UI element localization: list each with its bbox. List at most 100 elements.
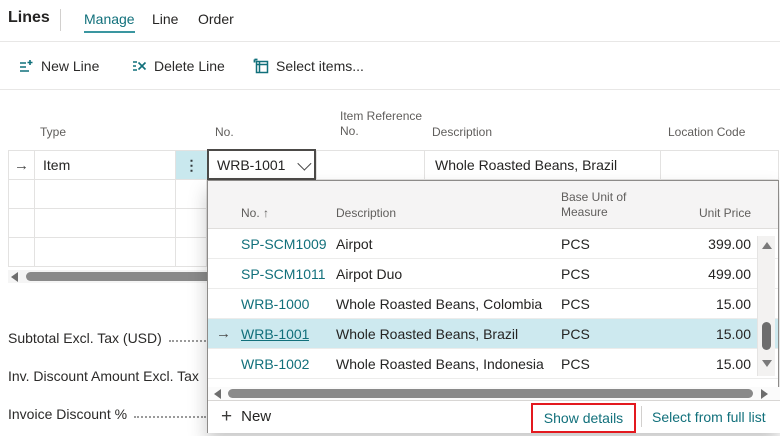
item-unit-price: 499.00 [708,265,751,282]
empty-spacer-cell [175,238,207,266]
new-line-label: New Line [41,58,100,74]
invoice-discount-pct-label: Invoice Discount % [8,406,128,422]
item-base-unit: PCS [561,235,590,252]
column-header-item-reference-no[interactable]: Item Reference No. [340,109,432,139]
location-code-cell[interactable] [660,151,779,179]
empty-selector-cell [8,180,34,208]
lookup-column-no-label: No. [241,206,260,220]
column-header-type[interactable]: Type [40,125,66,140]
row-selector-arrow: → [8,151,34,179]
lookup-row-selected[interactable]: → WRB-1001 Whole Roasted Beans, Brazil P… [208,319,778,349]
item-base-unit: PCS [561,325,590,342]
lookup-column-base-unit[interactable]: Base Unit of Measure [561,190,649,220]
sort-ascending-icon: ↑ [263,206,270,220]
subtotal-label: Subtotal Excl. Tax (USD) [8,330,162,346]
item-no-link[interactable]: WRB-1002 [241,349,309,378]
scroll-down-icon[interactable] [762,360,772,367]
new-item-button[interactable]: + New [221,401,271,432]
item-unit-price: 399.00 [708,235,751,252]
show-details-link[interactable]: Show details [544,410,623,426]
scroll-left-icon[interactable] [11,272,18,282]
no-field-input[interactable]: WRB-1001 [207,149,316,180]
type-cell[interactable]: Item [34,151,175,179]
lookup-column-no[interactable]: No. ↑ [241,206,269,221]
empty-type-cell[interactable] [34,238,175,266]
lookup-row[interactable]: WRB-1002 Whole Roasted Beans, Indonesia … [208,349,778,379]
table-row: → Item ⋮ Whole Roasted Beans, Brazil [8,150,779,180]
delete-line-label: Delete Line [154,58,225,74]
item-unit-price: 15.00 [715,295,751,312]
select-items-label: Select items... [276,58,364,74]
description-cell[interactable]: Whole Roasted Beans, Brazil [424,151,660,179]
select-items-button[interactable]: Select items... [253,56,364,76]
column-header-location-code[interactable]: Location Code [668,125,745,140]
lookup-scrollbar-thumb[interactable] [762,322,771,350]
business-central-lines-part: Lines Manage Line Order New Line Delete … [0,0,780,436]
inv-discount-label: Inv. Discount Amount Excl. Tax [8,368,199,384]
item-no-link[interactable]: WRB-1001 [241,319,309,348]
subtotal-row: Subtotal Excl. Tax (USD) [8,328,206,346]
tab-order[interactable]: Order [198,11,234,31]
show-details-annotation-box: Show details [531,403,636,433]
empty-type-cell[interactable] [34,209,175,237]
column-header-description[interactable]: Description [432,125,492,140]
empty-spacer-cell [175,180,207,208]
select-items-icon [253,58,269,74]
lookup-horizontal-scrollbar[interactable] [208,387,780,400]
new-item-label: New [241,408,272,425]
item-unit-price: 15.00 [715,355,751,372]
scroll-left-icon[interactable] [214,389,221,399]
select-from-full-list-link[interactable]: Select from full list [652,409,766,425]
item-base-unit: PCS [561,295,590,312]
tab-line[interactable]: Line [152,11,178,31]
item-description: Whole Roasted Beans, Colombia [336,295,543,312]
item-description: Whole Roasted Beans, Brazil [336,325,519,342]
new-line-icon [18,58,34,74]
plus-icon: + [221,405,233,427]
lookup-scrollbar-thumb[interactable] [228,389,753,398]
page-title: Lines [8,9,50,26]
item-base-unit: PCS [561,355,590,372]
item-reference-cell[interactable] [316,151,424,179]
empty-type-cell[interactable] [34,180,175,208]
delete-line-icon [131,58,147,74]
grid-horizontal-scrollbar[interactable] [8,270,207,283]
lookup-row[interactable]: WRB-1000 Whole Roasted Beans, Colombia P… [208,289,778,319]
lookup-vertical-scrollbar[interactable] [757,236,775,376]
toolbar-divider [0,89,780,90]
item-lookup-dropdown: No. ↑ Description Base Unit of Measure U… [207,180,780,433]
lookup-column-description[interactable]: Description [336,206,396,221]
invoice-discount-pct-row: Invoice Discount % [8,404,206,422]
row-options-ellipsis-button[interactable]: ⋮ [175,151,207,179]
dotted-leader [134,416,206,418]
scroll-up-icon[interactable] [762,242,772,249]
item-description: Whole Roasted Beans, Indonesia [336,355,544,372]
empty-selector-cell [8,209,34,237]
lookup-header: No. ↑ Description Base Unit of Measure U… [208,181,778,229]
select-from-full-list-container: Select from full list [652,401,766,432]
item-no-link[interactable]: SP-SCM1009 [241,229,327,258]
empty-spacer-cell [175,209,207,237]
empty-selector-cell [8,238,34,266]
chevron-down-icon[interactable] [297,156,312,171]
lookup-row[interactable]: SP-SCM1011 Airpot Duo PCS 499.00 [208,259,778,289]
item-base-unit: PCS [561,265,590,282]
lookup-footer: + New Show details Select from full list [208,400,780,433]
item-unit-price: 15.00 [715,325,751,342]
item-no-link[interactable]: WRB-1000 [241,289,309,318]
lookup-column-unit-price[interactable]: Unit Price [651,206,751,221]
new-line-button[interactable]: New Line [18,56,99,76]
title-separator [60,9,61,31]
dotted-leader [168,340,206,342]
lookup-row[interactable]: SP-SCM1009 Airpot PCS 399.00 [208,229,778,259]
inv-discount-row: Inv. Discount Amount Excl. Tax [8,366,206,384]
item-no-link[interactable]: SP-SCM1011 [241,259,326,288]
scroll-right-icon[interactable] [761,389,768,399]
tab-manage[interactable]: Manage [84,11,135,33]
header-divider [0,41,780,42]
delete-line-button[interactable]: Delete Line [131,56,225,76]
selected-row-arrow: → [216,325,231,342]
column-header-no[interactable]: No. [215,125,234,140]
footer-separator [641,406,642,427]
grid-scrollbar-thumb[interactable] [26,272,207,281]
